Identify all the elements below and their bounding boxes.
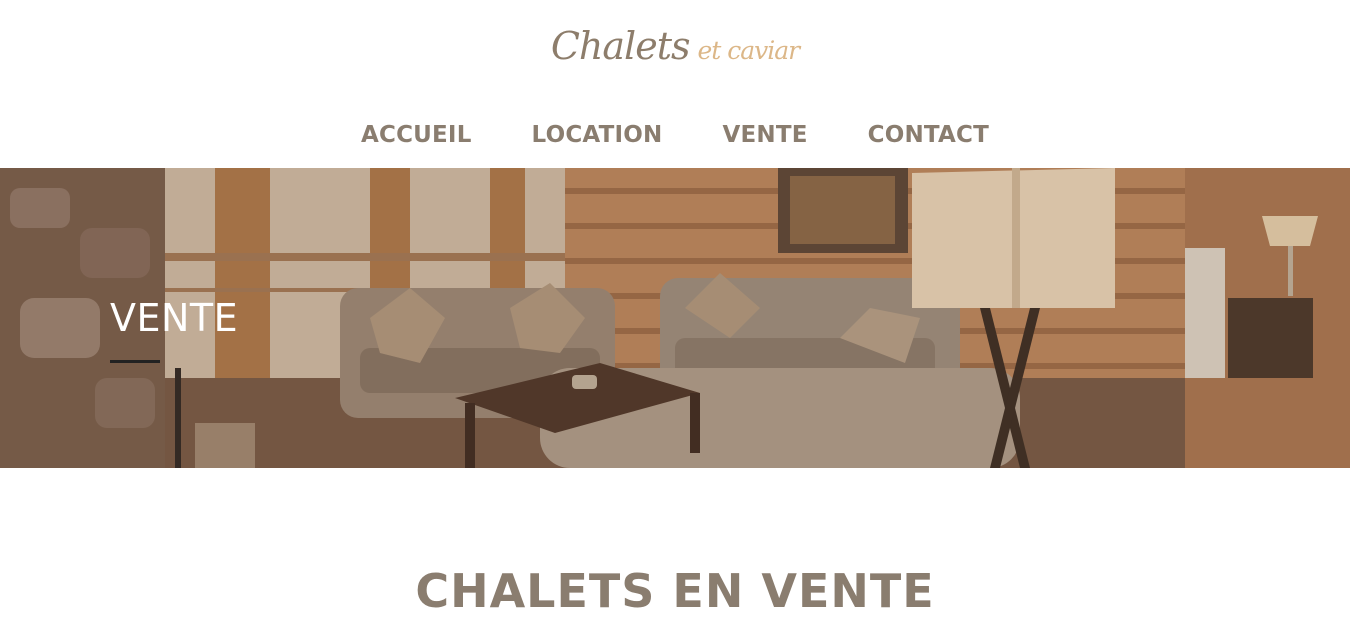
logo-main-text: Chalets (550, 24, 691, 68)
hero-title-underline (110, 360, 160, 363)
nav-item-contact[interactable]: CONTACT (868, 122, 989, 148)
nav-item-vente[interactable]: VENTE (722, 122, 807, 148)
hero-title: VENTE (110, 296, 239, 340)
main-nav: ACCUEIL LOCATION VENTE CONTACT (0, 108, 1350, 162)
logo-accent-text: et caviar (697, 36, 800, 65)
nav-item-location[interactable]: LOCATION (532, 122, 663, 148)
section-title: CHALETS EN VENTE (415, 564, 935, 618)
hero-banner: VENTE (0, 168, 1350, 468)
site-logo[interactable]: Chalets et caviar (0, 14, 1350, 78)
nav-item-accueil[interactable]: ACCUEIL (361, 122, 472, 148)
logo-text: Chalets et caviar (550, 24, 800, 68)
